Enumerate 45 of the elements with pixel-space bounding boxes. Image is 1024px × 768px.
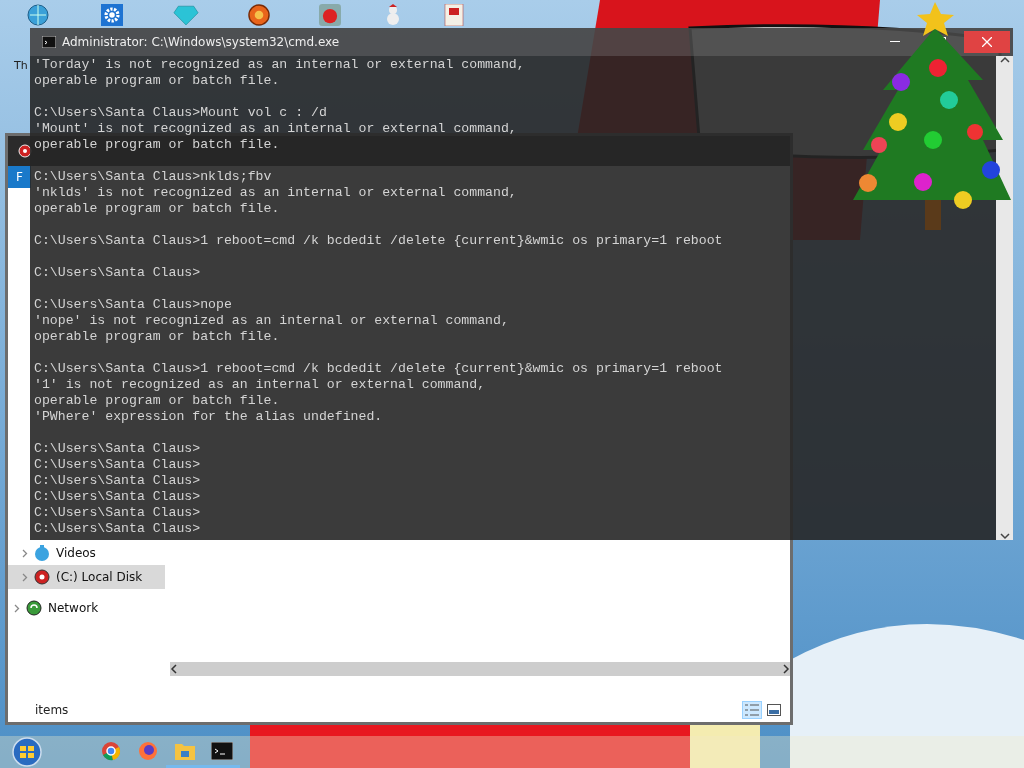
console-line: '1' is not recognized as an internal or external command, xyxy=(34,377,487,393)
close-icon xyxy=(982,37,992,47)
console-line: C:\Users\Santa Claus> xyxy=(34,521,202,537)
console-line: 'Torday' is not recognized as an internal or external command, xyxy=(34,57,526,73)
item-count: items xyxy=(35,703,69,717)
chrome-icon[interactable] xyxy=(100,740,121,761)
chevron-icon xyxy=(22,572,28,582)
firefox-icon[interactable] xyxy=(137,740,158,761)
chevron-icon xyxy=(14,603,20,613)
network-icon xyxy=(26,600,42,616)
file-tab[interactable]: F xyxy=(8,166,31,188)
console-line: C:\Users\Santa Claus>nope xyxy=(34,297,233,313)
nav-item[interactable]: Network xyxy=(8,596,165,620)
console-line: operable program or batch file. xyxy=(34,393,281,409)
console-line: operable program or batch file. xyxy=(34,137,281,153)
console-line: C:\Users\Santa Claus> xyxy=(34,489,202,505)
tiles-view-button[interactable] xyxy=(764,701,784,719)
chevron-icon xyxy=(22,548,28,558)
console-line: operable program or batch file. xyxy=(34,329,281,345)
console-line: C:\Users\Santa Claus>Mount vol c : /d xyxy=(34,105,328,121)
console-icon xyxy=(42,36,56,48)
console-line: C:\Users\Santa Claus>1 reboot=cmd /k bcdedit /delete {current}&wmic os primary=1 reboot xyxy=(34,361,724,377)
window-title: Administrator: C:\Windows\system32\cmd.exe xyxy=(62,35,341,49)
console-line: C:\Users\Santa Claus> xyxy=(34,505,202,521)
horizontal-scrollbar[interactable] xyxy=(170,662,790,676)
video-icon xyxy=(34,545,50,561)
console-line: C:\Users\Santa Claus> xyxy=(34,473,202,489)
console-line: 'Mount' is not recognized as an internal or external command, xyxy=(34,121,518,137)
console-line: C:\Users\Santa Claus> xyxy=(34,265,202,281)
disk-icon xyxy=(34,569,50,585)
start-button[interactable] xyxy=(10,737,44,767)
icon-label: Th xyxy=(14,59,28,72)
console-line: C:\Users\Santa Claus> xyxy=(34,457,202,473)
console-line: C:\Users\Santa Claus> xyxy=(34,441,202,457)
nav-item[interactable]: Videos xyxy=(8,541,165,565)
nav-item[interactable]: (C:) Local Disk xyxy=(8,565,165,589)
console-line: 'PWhere' expression for the alias undefined. xyxy=(34,409,384,425)
console-line: 'nope' is not recognized as an internal or external command, xyxy=(34,313,510,329)
console-line: C:\Users\Santa Claus>nklds;fbv xyxy=(34,169,273,185)
console-line: C:\Users\Santa Claus>1 reboot=cmd /k bcdedit /delete {current}&wmic os primary=1 reboot xyxy=(34,233,724,249)
console-line: operable program or batch file. xyxy=(34,73,281,89)
vertical-scrollbar[interactable] xyxy=(996,56,1013,540)
console-line: 'nklds' is not recognized as an internal or external command, xyxy=(34,185,518,201)
console-line: operable program or batch file. xyxy=(34,201,281,217)
minimize-icon xyxy=(890,41,900,43)
